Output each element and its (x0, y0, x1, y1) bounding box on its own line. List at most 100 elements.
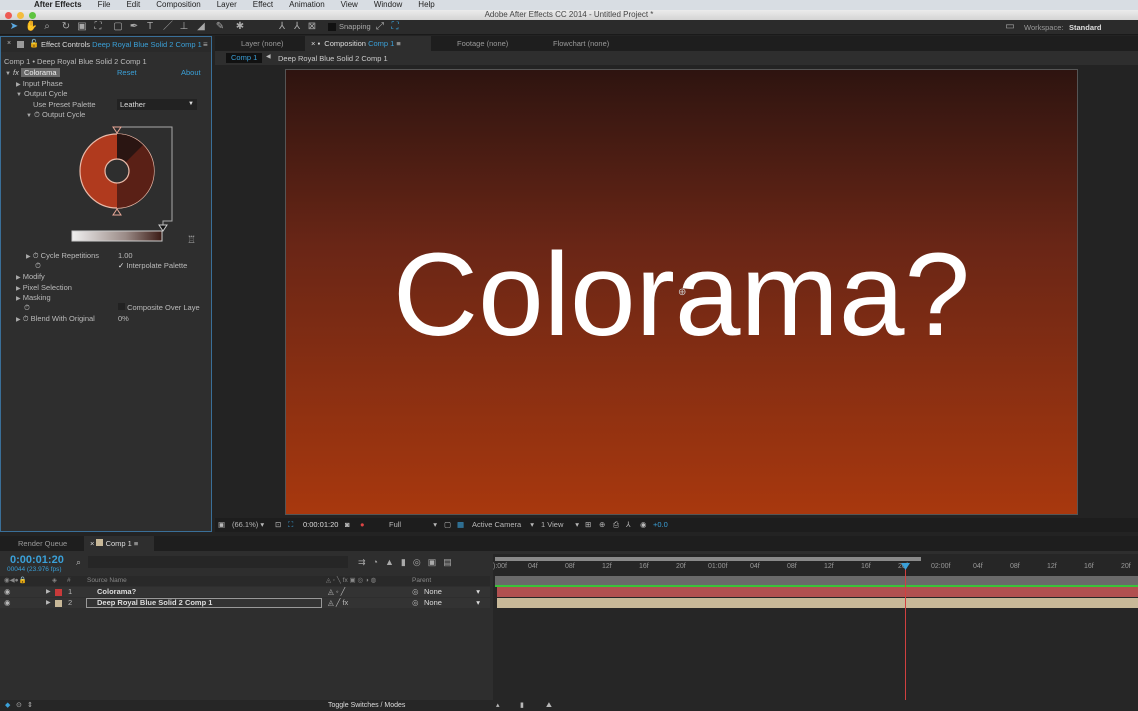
layer-switches[interactable]: ◬ ◦ ╱ (328, 587, 345, 597)
expand-arrow-icon[interactable]: ▶ (46, 598, 51, 608)
prop-masking[interactable]: ▶ Masking (16, 293, 51, 303)
comp-canvas[interactable]: Colorama? ⊕ (285, 69, 1078, 515)
column-parent[interactable]: Parent (412, 576, 431, 586)
work-area-bar[interactable] (495, 557, 921, 561)
menu-app[interactable]: After Effects (34, 0, 82, 9)
selection-tool-icon[interactable]: ➤ (8, 21, 20, 33)
layer-row[interactable]: ◉ ▶ 2 Deep Royal Blue Solid 2 Comp 1 ◬ ╱… (0, 598, 490, 608)
snapshot-icon[interactable]: ◙ (345, 518, 350, 532)
exposure-value[interactable]: +0.0 (653, 518, 668, 532)
parent-dropdown[interactable]: None ▾ (424, 598, 480, 608)
preset-palette-dropdown[interactable]: Leather ▼ (117, 99, 197, 110)
palette-gradient-bar[interactable] (71, 230, 163, 242)
collapse-arrow-icon[interactable]: ▼ (5, 71, 11, 77)
panel-menu-icon[interactable]: ≡ (203, 40, 208, 49)
hand-tool-icon[interactable]: ✋ (25, 21, 37, 33)
prop-pixel-selection[interactable]: ▶ Pixel Selection (16, 283, 72, 293)
layer-name[interactable]: Deep Royal Blue Solid 2 Comp 1 (86, 598, 322, 608)
clone-stamp-tool-icon[interactable]: ⊥ (178, 21, 190, 33)
stopwatch-icon[interactable]: ⏱ (24, 303, 30, 313)
blend-value[interactable]: 0% (118, 314, 129, 324)
menu-effect[interactable]: Effect (253, 0, 273, 9)
local-axis-icon[interactable]: ⅄ (276, 21, 288, 33)
workspace-select[interactable]: Standard (1069, 23, 1102, 32)
eraser-tool-icon[interactable]: ◢ (195, 21, 207, 33)
menu-view[interactable]: View (341, 0, 358, 9)
menu-animation[interactable]: Animation (289, 0, 325, 9)
zoom-out-icon[interactable]: ▴ (496, 700, 500, 711)
palette-stop-marker[interactable] (158, 224, 168, 232)
menu-file[interactable]: File (98, 0, 111, 9)
time-ruler[interactable]: ):00f 04f 08f 12f 16f 20f 01:00f 04f 08f 12f 16f 20… (493, 563, 1138, 575)
about-link[interactable]: About (181, 68, 201, 78)
column-source-name[interactable]: Source Name (87, 576, 127, 586)
prop-cycle-repetitions[interactable]: ▶ ⏱ Cycle Repetitions (26, 251, 99, 261)
mask-visibility-icon[interactable]: ⛶ (288, 518, 293, 532)
resolution-dropdown[interactable]: Full ▾ (389, 518, 437, 532)
flowchart-icon[interactable]: ⅄ (626, 518, 631, 532)
parent-dropdown[interactable]: None ▾ (424, 587, 480, 597)
fx-icon[interactable]: fx (13, 68, 19, 77)
tab-layer[interactable]: Layer (none) (235, 36, 290, 51)
snapping-checkbox[interactable] (328, 23, 336, 31)
effect-name[interactable]: Colorama (20, 68, 60, 77)
brush-tool-icon[interactable]: ／ (162, 21, 174, 33)
trash-icon[interactable]: ♖ (187, 235, 196, 246)
menu-edit[interactable]: Edit (126, 0, 140, 9)
parent-pickwhip-icon[interactable]: ◎ (412, 587, 419, 597)
toggle-switches-modes-button[interactable]: Toggle Switches / Modes (328, 700, 405, 711)
color-channels-icon[interactable]: ● (360, 518, 365, 532)
eye-icon[interactable]: ◉ (4, 587, 11, 597)
world-axis-icon[interactable]: ⅄ (291, 21, 303, 33)
in-out-toggle-icon[interactable]: ⇕ (27, 700, 33, 711)
toggle-pixel-aspect-icon[interactable]: ⊞ (585, 518, 591, 532)
stopwatch-icon[interactable]: ⏱ (34, 110, 40, 119)
layer-bar-2[interactable] (497, 598, 1138, 608)
layer-switches[interactable]: ◬ ╱ fx (328, 598, 348, 608)
timeline-icon[interactable]: ⎙ (613, 518, 619, 532)
parent-pickwhip-icon[interactable]: ◎ (412, 598, 419, 608)
label-color[interactable] (55, 589, 62, 596)
rectangle-tool-icon[interactable]: ▢ (112, 21, 124, 33)
region-of-interest-icon[interactable]: ▢ (444, 518, 451, 532)
current-time[interactable]: 0:00:01:20 (10, 554, 64, 566)
menu-help[interactable]: Help (418, 0, 434, 9)
pen-tool-icon[interactable]: ✒ (128, 21, 140, 33)
exposure-reset-icon[interactable]: ◉ (640, 518, 647, 532)
anchor-point-icon[interactable]: ⊕ (678, 287, 686, 298)
tab-composition[interactable]: × ▪ Composition Comp 1 ≡ (305, 36, 431, 51)
transfer-controls-icon[interactable]: ⊙ (16, 700, 22, 711)
prop-input-phase[interactable]: ▶ Input Phase (16, 79, 63, 89)
zoom-window-button[interactable] (29, 12, 36, 19)
tab-render-queue[interactable]: Render Queue (12, 536, 73, 551)
zoom-slider-handle[interactable]: ▮ (520, 700, 524, 711)
menu-window[interactable]: Window (374, 0, 402, 9)
timeline-switches-icons[interactable]: ⇉◔▲▮◎▣▤ (358, 557, 459, 568)
prop-blend-with-original[interactable]: ▶ ⏱ Blend With Original (16, 314, 95, 324)
transparency-grid-icon[interactable]: ▦ (457, 518, 464, 532)
prop-output-cycle-sub[interactable]: ▼ ⏱ Output Cycle (26, 110, 85, 120)
camera-dropdown[interactable]: Active Camera ▾ (472, 518, 534, 532)
tab-footage[interactable]: Footage (none) (451, 36, 514, 51)
safe-zones-icon[interactable]: ⊡ (275, 518, 281, 532)
close-tab-icon[interactable]: × (7, 40, 11, 47)
layer-bar-1[interactable] (497, 587, 1138, 597)
snap-edges-icon[interactable]: ⤢ (374, 21, 386, 33)
cycle-repetitions-value[interactable]: 1.00 (118, 251, 133, 261)
always-preview-icon[interactable]: ▣ (218, 518, 225, 532)
tab-comp1-timeline[interactable]: × Comp 1 ≡ (84, 536, 154, 551)
search-icon[interactable]: ⌕ (76, 557, 81, 568)
text-tool-icon[interactable]: T (144, 21, 156, 33)
zoom-in-icon[interactable]: ⛰ (546, 700, 552, 711)
prop-modify[interactable]: ▶ Modify (16, 272, 45, 282)
composite-over-layer-checkbox[interactable]: Composite Over Laye (118, 303, 200, 313)
pan-behind-tool-icon[interactable]: ⛶ (92, 21, 104, 33)
current-time-display[interactable]: 0:00:01:20 (303, 518, 338, 532)
layer-switches-toggle-icon[interactable]: ◆ (5, 700, 10, 711)
stopwatch-icon[interactable]: ⏱ (35, 261, 41, 271)
menu-composition[interactable]: Composition (156, 0, 200, 9)
tab-effect-controls[interactable]: Effect Controls Deep Royal Blue Solid 2 … (35, 37, 208, 52)
breadcrumb-comp1[interactable]: Comp 1 (226, 53, 263, 63)
interpolate-palette-checkbox[interactable]: ✓ Interpolate Palette (118, 261, 187, 271)
prop-output-cycle[interactable]: ▼ Output Cycle (16, 89, 67, 99)
